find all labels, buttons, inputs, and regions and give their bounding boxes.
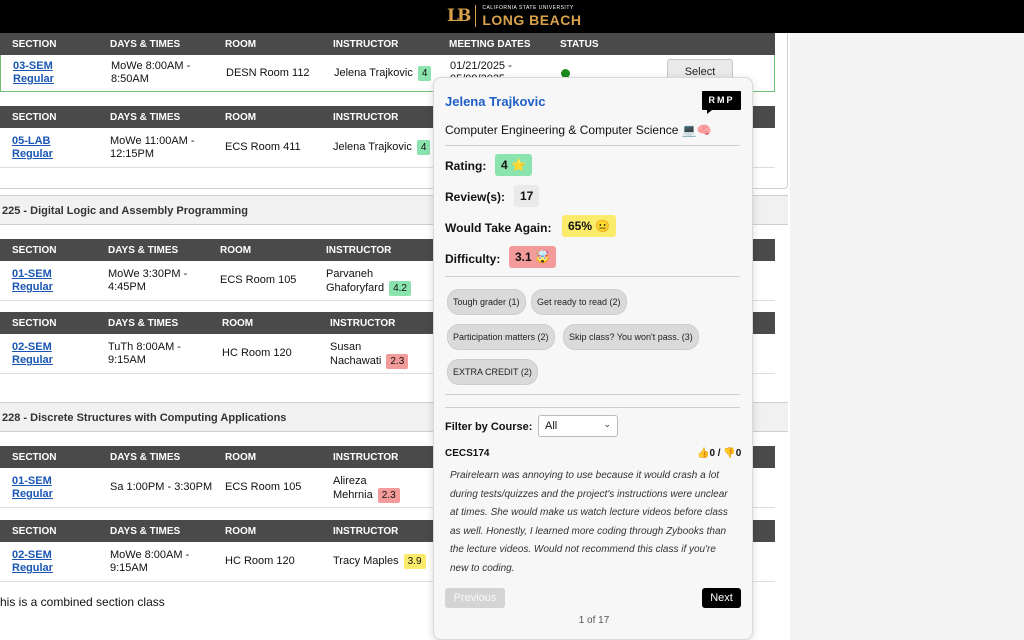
top-banner: LB CALIFORNIA STATE UNIVERSITY LONG BEAC…	[0, 0, 1024, 33]
rating-badge[interactable]: 3.9	[403, 554, 426, 569]
instructor-name: Tracy Maples	[333, 555, 399, 567]
section-link[interactable]: 01-SEM	[12, 268, 53, 281]
section-link[interactable]: 02-SEM	[12, 341, 53, 354]
rmp-logo: RMP	[702, 91, 741, 114]
section-type-link[interactable]: Regular	[13, 73, 54, 86]
section-link[interactable]: 03-SEM	[13, 60, 54, 73]
divider	[445, 407, 740, 408]
section-link[interactable]: 02-SEM	[12, 549, 53, 562]
review-pager: 1 of 17	[578, 615, 610, 626]
previous-button[interactable]: Previous	[445, 588, 505, 608]
rating-badge[interactable]: 4	[416, 140, 431, 155]
tag-chip: Get ready to read (2)	[531, 289, 627, 315]
reviews-label: Review(s):	[445, 190, 506, 204]
difficulty-value: 3.1 🤯	[509, 246, 556, 268]
logo-small-text: CALIFORNIA STATE UNIVERSITY	[482, 4, 574, 11]
section-link[interactable]: 01-SEM	[12, 475, 53, 488]
logo-mark: LB	[447, 5, 477, 27]
room: ECS Room 411	[225, 141, 301, 153]
tag-chip: Participation matters (2)	[447, 324, 555, 350]
section-link[interactable]: 05-LAB	[12, 135, 53, 148]
difficulty-label: Difficulty:	[445, 252, 501, 266]
section-type-link[interactable]: Regular	[12, 148, 53, 161]
room: ECS Room 105	[220, 274, 297, 286]
filter-by-course-label: Filter by Course:	[445, 421, 533, 433]
tag-chip: EXTRA CREDIT (2)	[447, 359, 538, 385]
room: DESN Room 112	[226, 67, 310, 79]
would-take-again-value: 65% 😐	[562, 215, 617, 237]
room: HC Room 120	[222, 347, 292, 359]
instructor-name: Jelena Trajkovic	[333, 141, 412, 153]
instructor-name: Parvaneh	[326, 268, 374, 280]
would-take-again-label: Would Take Again:	[445, 221, 552, 235]
instructor-name: Jelena Trajkovic	[334, 67, 413, 79]
tag-chip: Tough grader (1)	[447, 289, 526, 315]
professor-rating-popup: Jelena Trajkovic RMP Computer Engineerin…	[433, 77, 753, 640]
professor-name[interactable]: Jelena Trajkovic	[445, 94, 545, 109]
instructor-name: Susan	[330, 341, 362, 353]
room: ECS Room 105	[225, 481, 302, 493]
divider	[445, 276, 740, 277]
reviews-count: 17	[514, 185, 540, 207]
rating-badge[interactable]: 4	[417, 66, 432, 81]
section-type-link[interactable]: Regular	[12, 562, 53, 575]
next-button[interactable]: Next	[702, 588, 741, 608]
divider	[445, 145, 740, 146]
course-filter-select[interactable]: All ⌄	[538, 415, 618, 437]
section-type-link[interactable]: Regular	[12, 281, 53, 294]
rating-badge[interactable]: 4.2	[389, 281, 411, 296]
rating-badge[interactable]: 2.3	[377, 488, 400, 503]
department: Computer Engineering & Computer Science …	[445, 123, 712, 137]
review-course-code: CECS174	[445, 448, 490, 459]
rating-label: Rating:	[445, 159, 487, 173]
instructor-name: Alireza	[333, 475, 367, 487]
chevron-down-icon: ⌄	[603, 419, 611, 429]
logo-big-text: LONG BEACH	[482, 11, 582, 28]
section-type-link[interactable]: Regular	[12, 488, 53, 501]
divider	[445, 394, 740, 395]
section-type-link[interactable]: Regular	[12, 354, 53, 367]
review-text: Prairelearn was annoying to use because …	[450, 470, 728, 574]
rating-badge[interactable]: 2.3	[386, 354, 409, 369]
rating-value: 4 ⭐	[495, 154, 532, 176]
section-table-header: SECTION DAYS & TIMES ROOM INSTRUCTOR MEE…	[0, 33, 775, 55]
tag-chip: Skip class? You won't pass. (3)	[563, 324, 699, 350]
review-thumbs: 👍0 / 👎0	[697, 448, 742, 459]
room: HC Room 120	[225, 555, 295, 567]
combined-section-note: his is a combined section class	[0, 595, 165, 609]
university-logo: LB CALIFORNIA STATE UNIVERSITY LONG BEAC…	[447, 5, 581, 27]
